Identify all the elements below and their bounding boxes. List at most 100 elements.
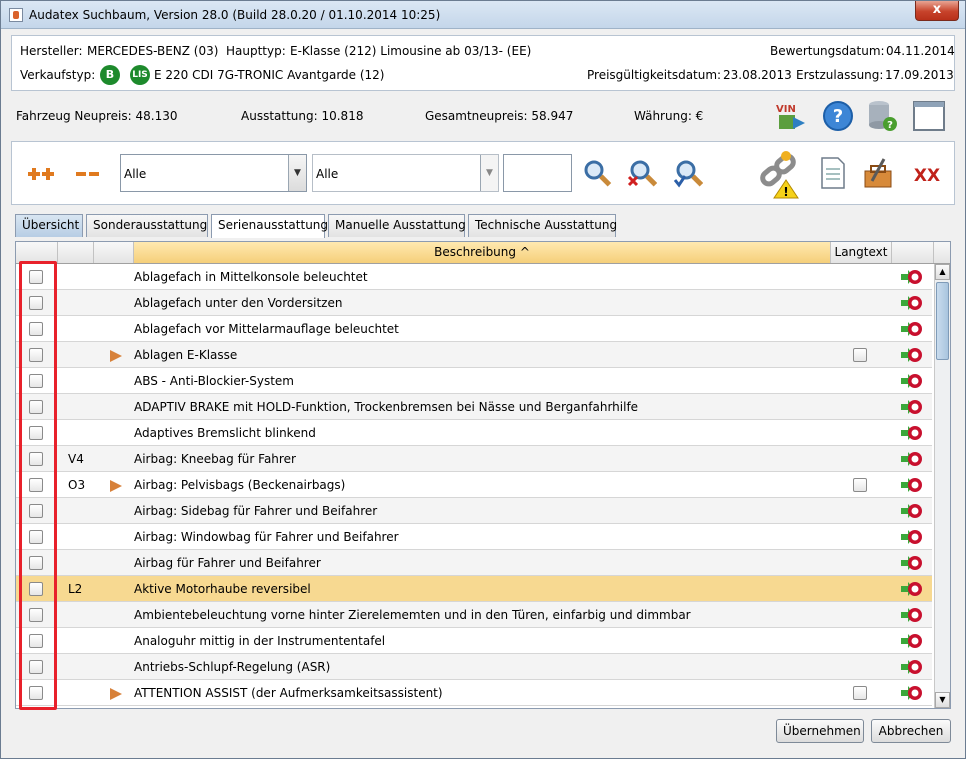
database-icon[interactable]: ?: [865, 99, 899, 133]
header-langtext[interactable]: Langtext: [831, 242, 892, 263]
table-row[interactable]: Ablagefach vor Mittelarmauflage beleucht…: [16, 316, 932, 342]
row-description: ATTENTION ASSIST (der Aufmerksamkeitsass…: [134, 686, 443, 700]
hersteller-label: Hersteller:: [20, 44, 83, 58]
tab-uebersicht[interactable]: Übersicht: [15, 214, 83, 237]
add-item-icon[interactable]: [900, 345, 922, 365]
table-row[interactable]: Ablagefach unter den Vordersitzen: [16, 290, 932, 316]
erstzulassung-value: 17.09.2013: [885, 68, 954, 82]
add-item-icon[interactable]: [900, 631, 922, 651]
abbrechen-button[interactable]: Abbrechen: [871, 719, 951, 743]
tab-manuelle-ausstattung[interactable]: Manuelle Ausstattung: [328, 214, 466, 237]
window-title: Audatex Suchbaum, Version 28.0 (Build 28…: [29, 8, 441, 22]
add-item-icon[interactable]: [900, 449, 922, 469]
add-item-icon[interactable]: [900, 267, 922, 287]
svg-text:?: ?: [833, 106, 843, 127]
ausstattung-text: Ausstattung: 10.818: [241, 109, 364, 123]
table-header: Beschreibung ^ Langtext: [16, 242, 950, 264]
scroll-thumb[interactable]: [936, 282, 949, 360]
add-item-icon[interactable]: [900, 319, 922, 339]
uebernehmen-button[interactable]: Übernehmen: [776, 719, 864, 743]
add-item-icon[interactable]: [900, 605, 922, 625]
erstzulassung-label: Erstzulassung:: [796, 68, 884, 82]
tab-sonderausstattung[interactable]: Sonderausstattung: [86, 214, 208, 237]
table-row[interactable]: Ablagen E-Klasse: [16, 342, 932, 368]
table-row[interactable]: Ablagefach in Mittelkonsole beleuchtet: [16, 264, 932, 290]
expand-arrow-icon[interactable]: [110, 480, 122, 492]
table-row[interactable]: Airbag: Windowbag für Fahrer und Beifahr…: [16, 524, 932, 550]
title-bar: Audatex Suchbaum, Version 28.0 (Build 28…: [1, 1, 965, 29]
table-row[interactable]: Ambientebeleuchtung vorne hinter Zierele…: [16, 602, 932, 628]
row-code: O3: [68, 478, 86, 492]
add-item-icon[interactable]: [900, 397, 922, 417]
haupttyp-label: Haupttyp:: [226, 44, 286, 58]
table-row[interactable]: ATTENTION ASSIST (der Aufmerksamkeitsass…: [16, 680, 932, 706]
add-item-icon[interactable]: [900, 683, 922, 703]
table-row[interactable]: ADAPTIV BRAKE mit HOLD-Funktion, Trocken…: [16, 394, 932, 420]
expand-arrow-icon[interactable]: [110, 688, 122, 700]
langtext-checkbox[interactable]: [853, 686, 867, 700]
expand-arrow-icon[interactable]: [110, 350, 122, 362]
chevron-down-icon[interactable]: ▼: [480, 155, 498, 191]
filter-combo-2[interactable]: Alle ▼: [312, 154, 499, 192]
document-icon[interactable]: [818, 156, 848, 190]
row-description: Airbag: Windowbag für Fahrer und Beifahr…: [134, 530, 399, 544]
expand-all-icon[interactable]: [26, 162, 58, 186]
search-icon[interactable]: [582, 158, 614, 190]
add-item-icon[interactable]: [900, 579, 922, 599]
header-action-col[interactable]: [892, 242, 934, 263]
langtext-checkbox[interactable]: [853, 478, 867, 492]
add-item-icon[interactable]: [900, 527, 922, 547]
table-row[interactable]: V4 Airbag: Kneebag für Fahrer: [16, 446, 932, 472]
table-row[interactable]: Adaptives Bremslicht blinkend: [16, 420, 932, 446]
table-row[interactable]: O3 Airbag: Pelvisbags (Beckenairbags): [16, 472, 932, 498]
add-item-icon[interactable]: [900, 553, 922, 573]
badge-lis: LIS: [130, 65, 150, 85]
add-item-icon[interactable]: [900, 293, 922, 313]
add-item-icon[interactable]: [900, 475, 922, 495]
search-check-icon[interactable]: [672, 158, 704, 190]
neupreis-text: Fahrzeug Neupreis: 48.130: [16, 109, 178, 123]
scroll-up-icon[interactable]: ▲: [935, 264, 950, 280]
broken-link-warning-icon[interactable]: !: [756, 148, 806, 200]
header-beschreibung[interactable]: Beschreibung ^: [134, 242, 831, 263]
window-icon[interactable]: [911, 99, 947, 133]
langtext-checkbox[interactable]: [853, 348, 867, 362]
scroll-down-icon[interactable]: ▼: [935, 692, 950, 708]
verkaufstyp-label: Verkaufstyp:: [20, 68, 96, 82]
add-item-icon[interactable]: [900, 371, 922, 391]
table-row[interactable]: ABS - Anti-Blockier-System: [16, 368, 932, 394]
filter-panel: Alle ▼ Alle ▼ ! XX: [11, 141, 955, 205]
chevron-down-icon[interactable]: ▼: [288, 155, 306, 191]
table-row[interactable]: Airbag für Fahrer und Beifahrer: [16, 550, 932, 576]
vin-icon[interactable]: VIN: [773, 99, 809, 133]
add-item-icon[interactable]: [900, 657, 922, 677]
tab-technische-ausstattung[interactable]: Technische Ausstattung: [468, 214, 617, 237]
table-row[interactable]: Analoguhr mittig in der Instrumententafe…: [16, 628, 932, 654]
table-row[interactable]: Airbag: Sidebag für Fahrer und Beifahrer: [16, 498, 932, 524]
header-arrow-col[interactable]: [94, 242, 134, 263]
table-row[interactable]: Antriebs-Schlupf-Regelung (ASR): [16, 654, 932, 680]
tab-serienausstattung[interactable]: Serienausstattung: [211, 214, 328, 238]
vertical-scrollbar[interactable]: ▲ ▼: [934, 264, 950, 708]
row-description: Ambientebeleuchtung vorne hinter Zierele…: [134, 608, 691, 622]
close-button[interactable]: x: [915, 1, 959, 21]
add-item-icon[interactable]: [900, 423, 922, 443]
table-row[interactable]: L2 Aktive Motorhaube reversibel: [16, 576, 932, 602]
header-code-col[interactable]: [58, 242, 94, 263]
toolbox-icon[interactable]: [862, 154, 896, 192]
search-text-input[interactable]: [503, 154, 572, 192]
row-description: Ablagefach vor Mittelarmauflage beleucht…: [134, 322, 399, 336]
preisgueltigkeit-label: Preisgültigkeitsdatum:: [587, 68, 722, 82]
help-icon[interactable]: ?: [821, 99, 855, 133]
collapse-all-icon[interactable]: [72, 162, 104, 186]
row-code: V4: [68, 452, 84, 466]
vehicle-info-panel: Hersteller: MERCEDES-BENZ (03) Haupttyp:…: [11, 35, 955, 91]
add-item-icon[interactable]: [900, 501, 922, 521]
filter-combo-1[interactable]: Alle ▼: [120, 154, 307, 192]
row-description: Adaptives Bremslicht blinkend: [134, 426, 316, 440]
delete-all-icon[interactable]: XX: [910, 160, 944, 188]
equipment-table: Beschreibung ^ Langtext Ablagefach in Mi…: [15, 241, 951, 709]
header-check-col[interactable]: [16, 242, 58, 263]
row-description: Airbag: Sidebag für Fahrer und Beifahrer: [134, 504, 378, 518]
search-remove-icon[interactable]: [626, 158, 658, 190]
